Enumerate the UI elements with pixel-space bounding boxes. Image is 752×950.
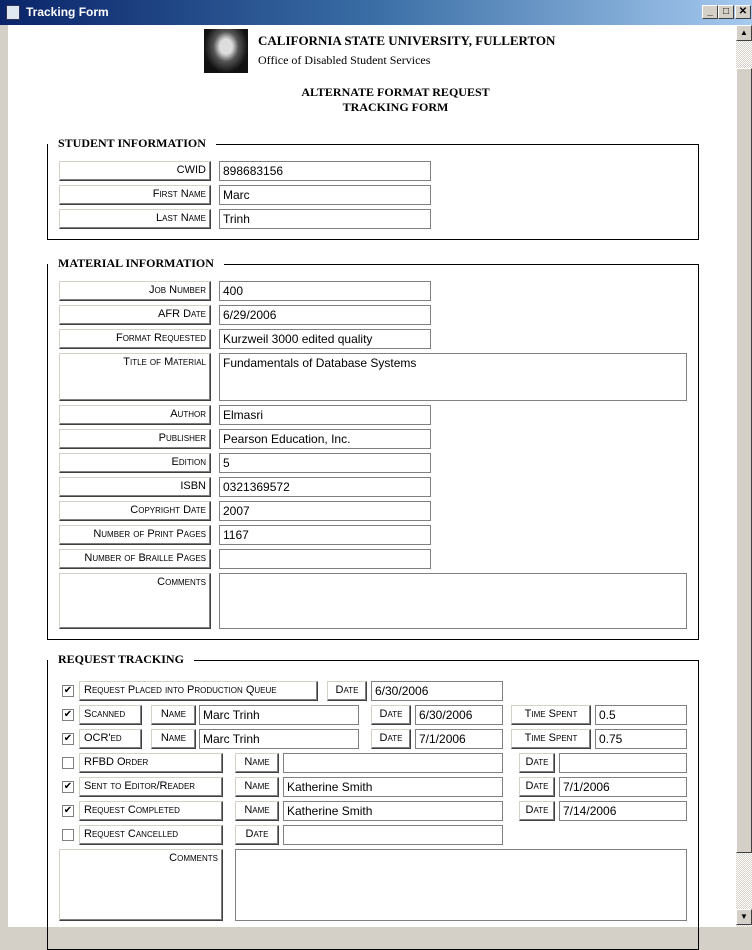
- title-bar: Tracking Form _ □ ✕: [0, 0, 752, 25]
- form-content: CALIFORNIA STATE UNIVERSITY, FULLERTON O…: [8, 25, 736, 950]
- checkbox[interactable]: [62, 829, 74, 841]
- minimize-button[interactable]: _: [702, 5, 718, 19]
- field-label: Job Number: [59, 281, 211, 301]
- comments-textarea[interactable]: [219, 573, 687, 629]
- date-label: Date: [327, 681, 367, 701]
- step-label: Request Placed into Production Queue: [79, 681, 318, 701]
- name-input[interactable]: Marc Trinh: [199, 705, 359, 725]
- comments-label: Comments: [59, 849, 223, 921]
- form-icon: [6, 5, 20, 20]
- date-label: Date: [519, 801, 555, 821]
- checkbox[interactable]: ✔: [62, 685, 74, 697]
- field-input[interactable]: Pearson Education, Inc.: [219, 429, 431, 449]
- time-spent-input[interactable]: 0.5: [595, 705, 687, 725]
- name-input[interactable]: [283, 753, 503, 773]
- checkbox[interactable]: ✔: [62, 781, 74, 793]
- checkbox[interactable]: [62, 757, 74, 769]
- time-spent-label: Time Spent: [511, 705, 591, 725]
- field-input[interactable]: 2007: [219, 501, 431, 521]
- name-label: Name: [151, 729, 196, 749]
- close-button[interactable]: ✕: [735, 5, 751, 19]
- checkbox[interactable]: ✔: [62, 805, 74, 817]
- checkbox[interactable]: ✔: [62, 733, 74, 745]
- field-label: First Name: [59, 185, 211, 205]
- step-label: RFBD Order: [79, 753, 223, 773]
- field-label: Author: [59, 405, 211, 425]
- step-label: Request Completed: [79, 801, 223, 821]
- field-input[interactable]: Fundamentals of Database Systems: [219, 353, 687, 401]
- field-input[interactable]: Trinh: [219, 209, 431, 229]
- elephant-logo: [204, 29, 248, 73]
- name-label: Name: [151, 705, 196, 725]
- scroll-thumb[interactable]: [736, 68, 752, 853]
- field-input[interactable]: 6/29/2006: [219, 305, 431, 325]
- field-label: CWID: [59, 161, 211, 181]
- step-label: Request Cancelled: [79, 825, 223, 845]
- field-label: Copyright Date: [59, 501, 211, 521]
- scroll-up-button[interactable]: ▲: [736, 25, 752, 41]
- field-input[interactable]: [219, 549, 431, 569]
- step-label: Scanned: [79, 705, 142, 725]
- scroll-down-button[interactable]: ▼: [736, 909, 752, 925]
- step-label: OCR'ed: [79, 729, 142, 749]
- office-name: Office of Disabled Student Services: [258, 53, 431, 67]
- date-input[interactable]: 6/30/2006: [371, 681, 503, 701]
- window-title: Tracking Form: [26, 5, 109, 19]
- date-input[interactable]: 6/30/2006: [415, 705, 503, 725]
- university-name: CALIFORNIA STATE UNIVERSITY, FULLERTON: [258, 33, 556, 48]
- field-label: Comments: [59, 573, 211, 629]
- section-legend: REQUEST TRACKING: [48, 652, 194, 667]
- field-label: Publisher: [59, 429, 211, 449]
- field-input[interactable]: 400: [219, 281, 431, 301]
- date-input[interactable]: [283, 825, 503, 845]
- section-legend: STUDENT INFORMATION: [48, 136, 216, 151]
- field-label: ISBN: [59, 477, 211, 497]
- name-label: Name: [235, 753, 279, 773]
- name-label: Name: [235, 801, 279, 821]
- time-spent-input[interactable]: 0.75: [595, 729, 687, 749]
- name-input[interactable]: Katherine Smith: [283, 801, 503, 821]
- field-label: AFR Date: [59, 305, 211, 325]
- comments-textarea[interactable]: [235, 849, 687, 921]
- field-input[interactable]: 1167: [219, 525, 431, 545]
- form-subtitle: TRACKING FORM: [342, 100, 449, 114]
- field-label: Format Requested: [59, 329, 211, 349]
- field-input[interactable]: 898683156: [219, 161, 431, 181]
- date-label: Date: [519, 753, 555, 773]
- field-label: Title of Material: [59, 353, 211, 401]
- step-label: Sent to Editor/Reader: [79, 777, 223, 797]
- field-label: Number of Braille Pages: [59, 549, 211, 569]
- field-input[interactable]: Elmasri: [219, 405, 431, 425]
- field-input[interactable]: Marc: [219, 185, 431, 205]
- date-input[interactable]: [559, 753, 687, 773]
- checkbox[interactable]: ✔: [62, 709, 74, 721]
- name-input[interactable]: Katherine Smith: [283, 777, 503, 797]
- section-legend: MATERIAL INFORMATION: [48, 256, 224, 271]
- field-label: Last Name: [59, 209, 211, 229]
- date-input[interactable]: 7/14/2006: [559, 801, 687, 821]
- name-label: Name: [235, 777, 279, 797]
- field-input[interactable]: Kurzweil 3000 edited quality: [219, 329, 431, 349]
- vertical-scrollbar[interactable]: ▲ ▼: [736, 25, 752, 927]
- date-label: Date: [371, 705, 411, 725]
- field-label: Edition: [59, 453, 211, 473]
- time-spent-label: Time Spent: [511, 729, 591, 749]
- date-input[interactable]: 7/1/2006: [559, 777, 687, 797]
- date-label: Date: [235, 825, 279, 845]
- date-label: Date: [519, 777, 555, 797]
- name-input[interactable]: Marc Trinh: [199, 729, 359, 749]
- form-title: ALTERNATE FORMAT REQUEST: [301, 85, 490, 99]
- maximize-button[interactable]: □: [718, 5, 734, 19]
- field-input[interactable]: 5: [219, 453, 431, 473]
- field-label: Number of Print Pages: [59, 525, 211, 545]
- field-input[interactable]: 0321369572: [219, 477, 431, 497]
- date-label: Date: [371, 729, 411, 749]
- date-input[interactable]: 7/1/2006: [415, 729, 503, 749]
